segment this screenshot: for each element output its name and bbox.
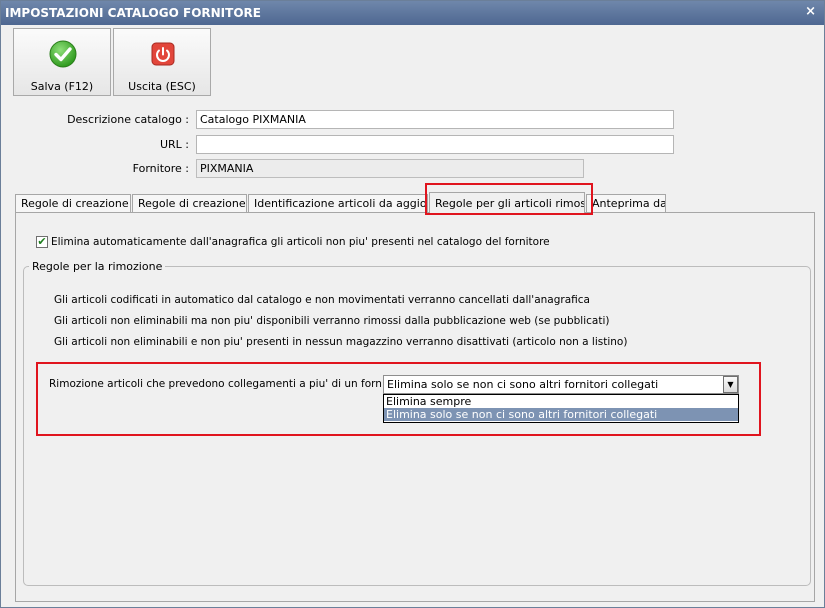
fornitore-label: Fornitore : (132, 162, 189, 175)
url-label: URL : (159, 138, 189, 151)
descrizione-field[interactable]: Catalogo PIXMANIA (196, 110, 674, 129)
tab-regole-creazione-1[interactable]: Regole di creazione 1 (15, 194, 131, 213)
exit-button[interactable]: Uscita (ESC) (113, 28, 211, 96)
info-line-1: Gli articoli codificati in automatico da… (54, 294, 590, 306)
multi-supplier-select[interactable]: Elimina solo se non ci sono altri fornit… (383, 375, 739, 394)
removal-rules-title: Regole per la rimozione (29, 260, 166, 273)
tab-regole-articoli-rimossi[interactable]: Regole per gli articoli rimossi (429, 192, 585, 214)
exit-button-label: Uscita (ESC) (128, 80, 196, 93)
info-line-3: Gli articoli non eliminabili e non piu' … (54, 336, 628, 348)
red-power-icon (151, 42, 175, 66)
auto-delete-label: Elimina automaticamente dall'anagrafica … (51, 236, 550, 248)
tab-anteprima-dati[interactable]: Anteprima dati (586, 194, 666, 213)
url-field[interactable] (196, 135, 674, 154)
option-elimina-sempre[interactable]: Elimina sempre (384, 395, 738, 408)
green-checkmark-icon (49, 40, 77, 68)
descrizione-label: Descrizione catalogo : (67, 113, 189, 126)
tab-identificazione-articoli[interactable]: Identificazione articoli da aggiornare (248, 194, 428, 213)
fornitore-field: PIXMANIA (196, 159, 584, 178)
info-line-2: Gli articoli non eliminabili ma non piu'… (54, 315, 610, 327)
save-button-label: Salva (F12) (30, 80, 94, 93)
supplier-catalog-settings-window: IMPOSTAZIONI CATALOGO FORNITORE × Salva … (0, 0, 825, 608)
multi-supplier-options-list: Elimina sempre Elimina solo se non ci so… (383, 394, 739, 423)
save-button[interactable]: Salva (F12) (13, 28, 111, 96)
multi-supplier-label: Rimozione articoli che prevedono collega… (49, 378, 413, 390)
title-bar[interactable]: IMPOSTAZIONI CATALOGO FORNITORE × (1, 1, 824, 25)
tab-regole-creazione-2[interactable]: Regole di creazione 2 (132, 194, 247, 213)
close-icon[interactable]: × (805, 4, 816, 19)
removal-rules-group (23, 266, 811, 586)
option-elimina-solo-se[interactable]: Elimina solo se non ci sono altri fornit… (384, 408, 738, 421)
auto-delete-checkbox[interactable]: ✔ (36, 236, 48, 248)
window-title: IMPOSTAZIONI CATALOGO FORNITORE (5, 6, 261, 20)
chevron-down-icon[interactable]: ▼ (723, 376, 738, 393)
